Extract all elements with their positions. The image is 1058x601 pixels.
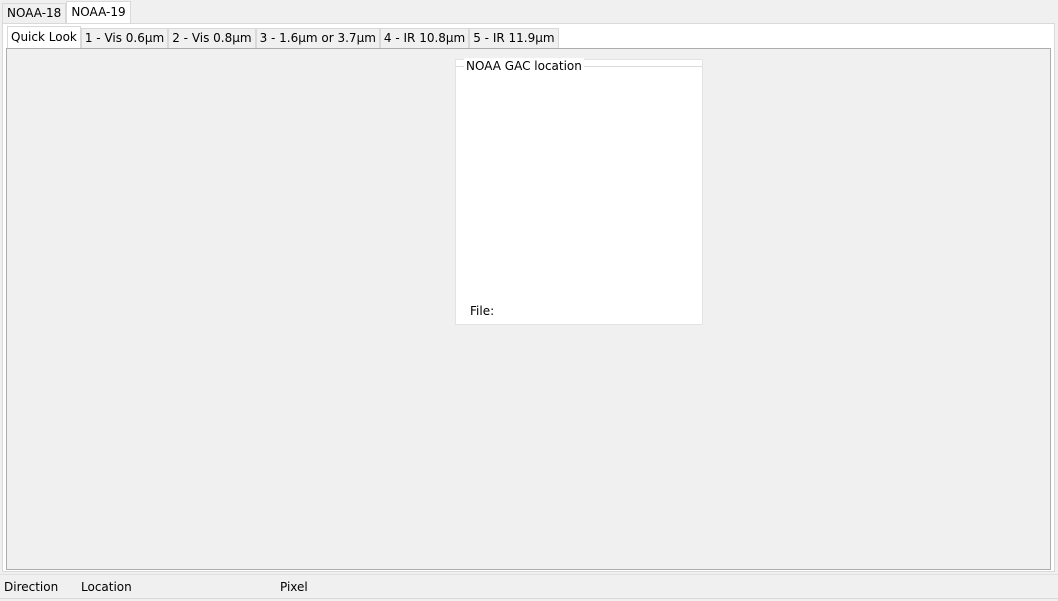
tab-noaa-19[interactable]: NOAA-19 bbox=[66, 1, 131, 23]
status-location: Location bbox=[81, 580, 132, 594]
status-direction: Direction bbox=[4, 580, 59, 594]
tab-band-2-vis-08[interactable]: 2 - Vis 0.8µm bbox=[168, 28, 256, 48]
app-window: NOAA-18 NOAA-19 Quick Look 1 - Vis 0.6µm… bbox=[0, 0, 1058, 601]
file-label: File: bbox=[470, 304, 495, 318]
tab-band-3-ir-16-37[interactable]: 3 - 1.6µm or 3.7µm bbox=[255, 28, 380, 48]
tab-quick-look[interactable]: Quick Look bbox=[7, 26, 81, 48]
status-bar-divider bbox=[0, 598, 1058, 599]
satellite-tab-panel: Quick Look 1 - Vis 0.6µm 2 - Vis 0.8µm 3… bbox=[2, 23, 1055, 572]
tab-band-5-ir-119[interactable]: 5 - IR 11.9µm bbox=[469, 28, 559, 48]
gac-location-groupbox: NOAA GAC location File: bbox=[455, 58, 703, 325]
band-tab-strip: Quick Look 1 - Vis 0.6µm 2 - Vis 0.8µm 3… bbox=[7, 26, 559, 48]
status-pixel: Pixel bbox=[280, 580, 308, 594]
groupbox-title: NOAA GAC location bbox=[464, 58, 584, 74]
satellite-tab-strip: NOAA-18 NOAA-19 bbox=[2, 1, 131, 23]
quick-look-panel: NOAA GAC location File: bbox=[6, 48, 1051, 570]
status-bar: Direction Location Pixel bbox=[0, 574, 1058, 599]
tab-band-4-ir-108[interactable]: 4 - IR 10.8µm bbox=[379, 28, 470, 48]
tab-band-1-vis-06[interactable]: 1 - Vis 0.6µm bbox=[80, 28, 169, 48]
tab-noaa-18[interactable]: NOAA-18 bbox=[2, 3, 67, 23]
groupbox-frame bbox=[456, 66, 702, 324]
